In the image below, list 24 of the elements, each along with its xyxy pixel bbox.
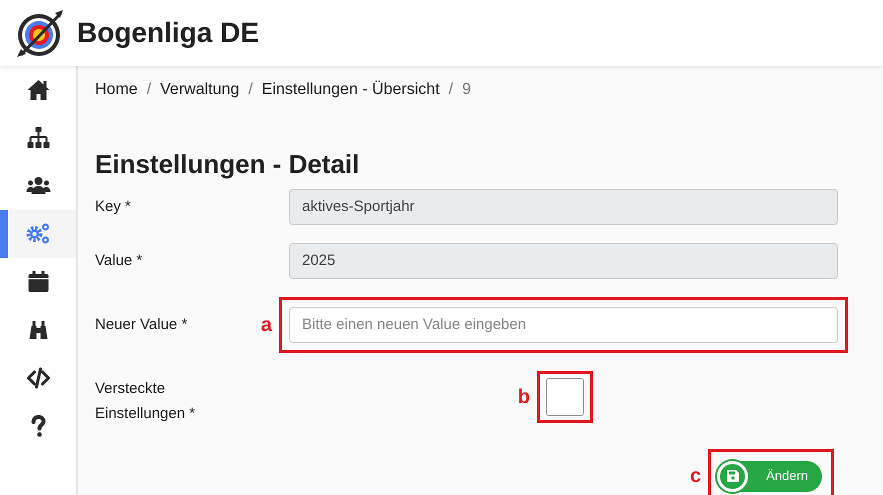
field-label: Value *: [95, 251, 142, 272]
breadcrumb-current: 9: [462, 80, 471, 100]
page-title: Einstellungen - Detail: [95, 150, 360, 179]
breadcrumb-separator: /: [146, 80, 152, 100]
breadcrumb-link[interactable]: Einstellungen - Übersicht: [262, 78, 440, 102]
annotation-label: b: [518, 386, 530, 407]
calendar-icon: [26, 270, 50, 294]
field-label: Neuer Value *: [95, 315, 188, 336]
annotation-label: a: [260, 314, 272, 335]
breadcrumb-link[interactable]: Verwaltung: [160, 78, 240, 102]
breadcrumb-separator: /: [248, 80, 253, 100]
field-label: Versteckte Einstellungen *: [95, 378, 196, 424]
home-icon: [26, 78, 50, 102]
field-label: Key *: [95, 197, 131, 218]
annotation-label: c: [690, 466, 702, 486]
checkbox[interactable]: [546, 378, 584, 416]
breadcrumb-separator: /: [448, 80, 454, 100]
input-field[interactable]: Bitte einen neuen Value eingeben: [289, 306, 838, 343]
gears-icon: [26, 222, 50, 246]
breadcrumb-link[interactable]: Home: [95, 78, 138, 102]
save-icon: [726, 470, 739, 482]
code-icon: [26, 366, 50, 390]
sitemap-icon: [26, 126, 50, 150]
app-title: Bogenliga DE: [77, 16, 260, 50]
